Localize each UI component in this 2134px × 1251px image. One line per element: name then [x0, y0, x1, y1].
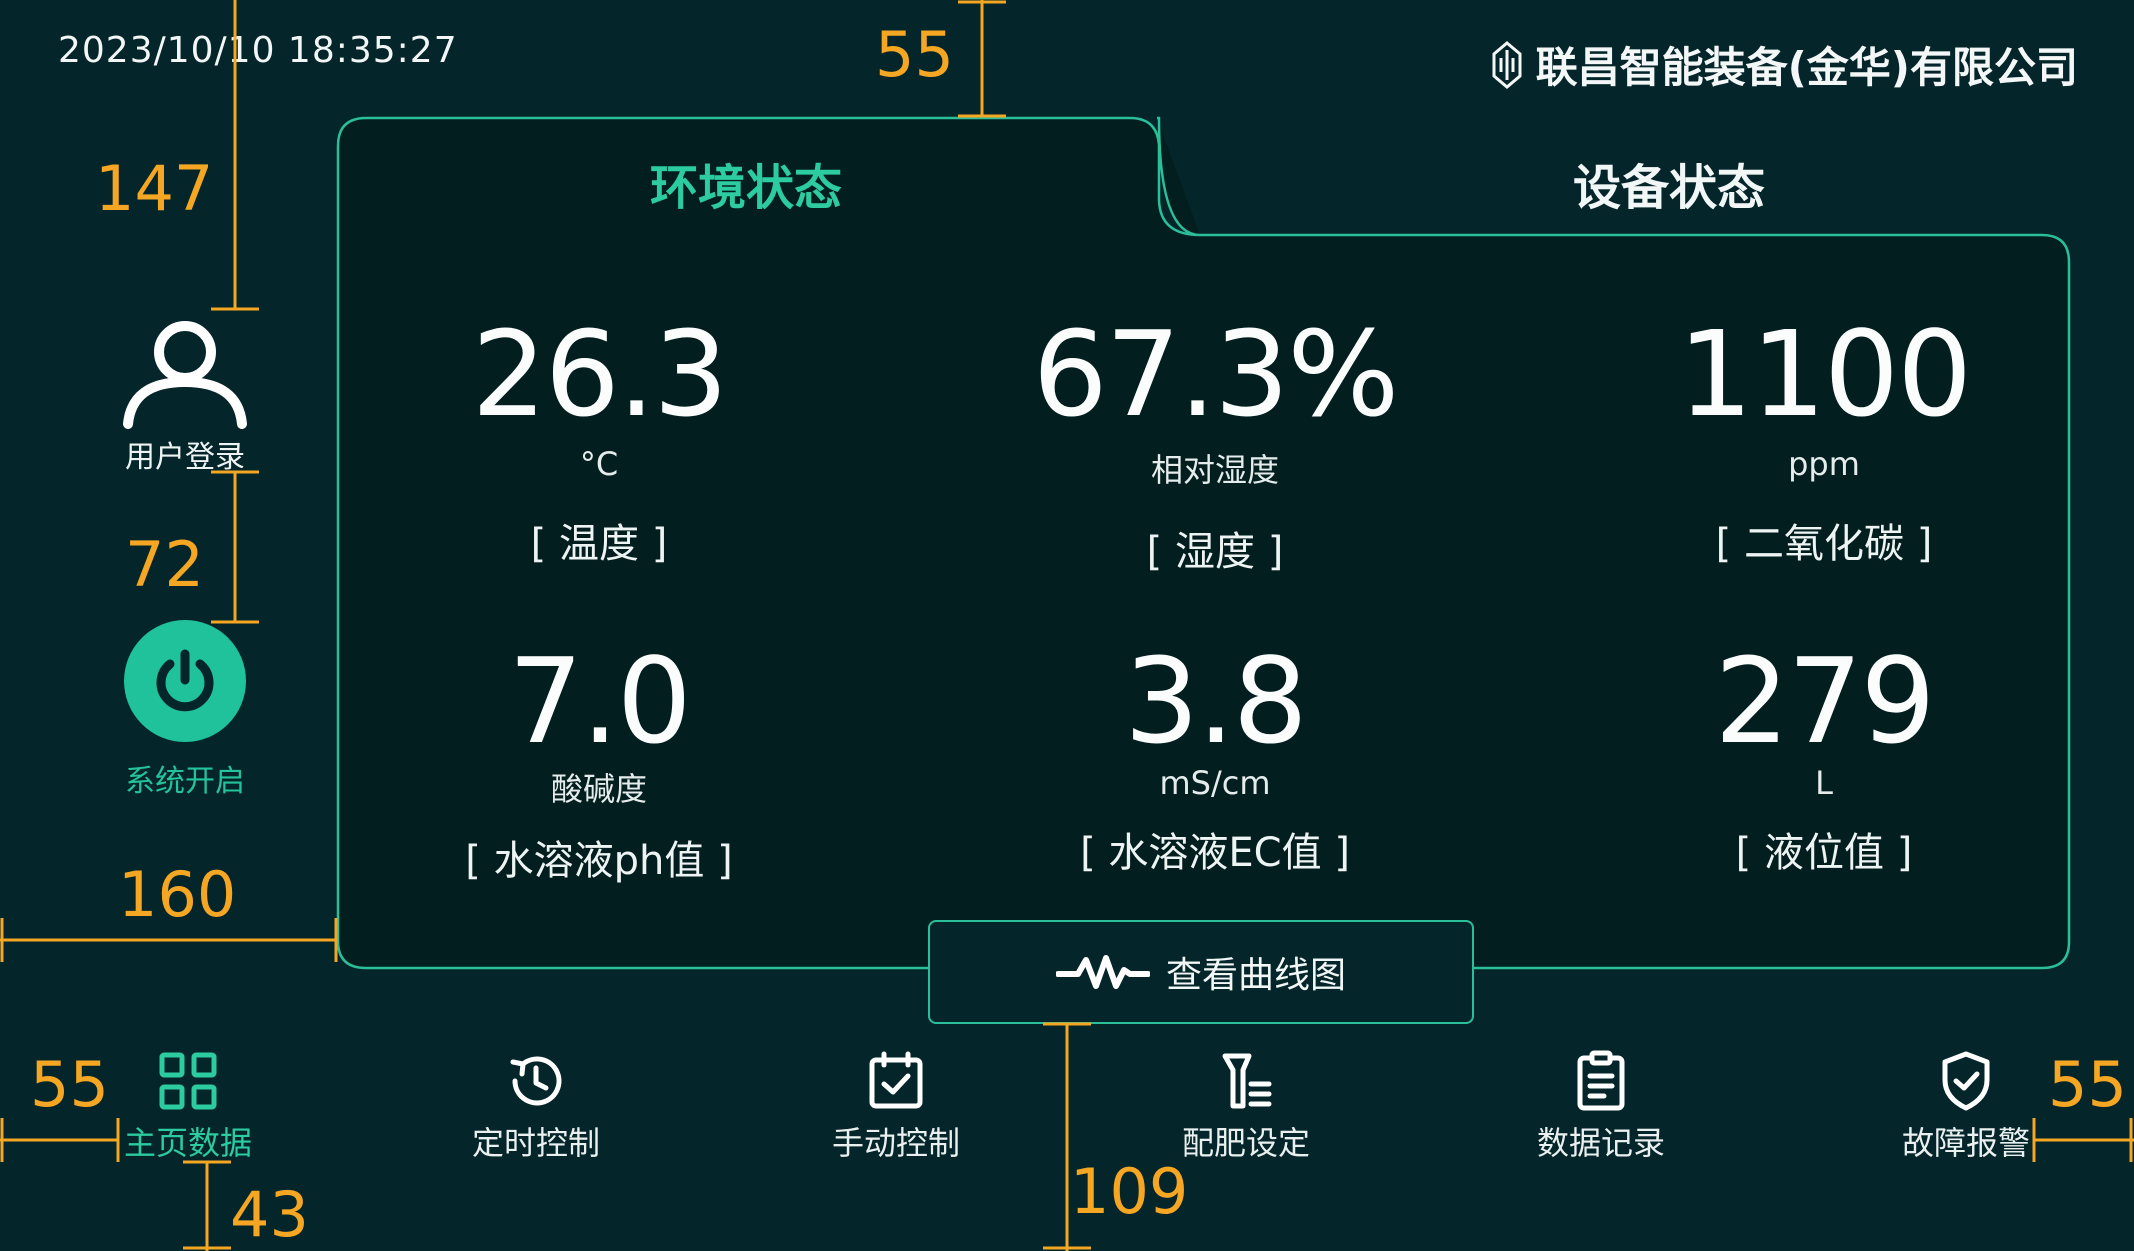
metric-unit: ppm — [1788, 445, 1860, 483]
metric-value: 3.8 — [1124, 632, 1308, 770]
metric-value: 7.0 — [508, 632, 692, 770]
metric-name: [ 水溶液ph值 ] — [465, 838, 733, 884]
metric-ph: 7.0 酸碱度 [ 水溶液ph值 ] — [389, 642, 809, 886]
nav-manual-control[interactable]: 手动控制 — [786, 1050, 1006, 1164]
annotation-nav-bottom: 43 — [230, 1178, 309, 1251]
user-login-label: 用户登录 — [125, 440, 245, 475]
metric-humidity: 67.3% 相对湿度 [ 湿度 ] — [1005, 315, 1425, 577]
waveform-icon — [1055, 955, 1150, 989]
metric-name: [ 水溶液EC值 ] — [1080, 830, 1350, 876]
metric-value: 1100 — [1677, 305, 1972, 443]
metric-temperature: 26.3 °C [ 温度 ] — [389, 315, 809, 569]
user-login-button[interactable]: 用户登录 — [110, 310, 260, 476]
metric-name: [ 温度 ] — [530, 521, 668, 567]
annotation-nav-left: 55 — [30, 1048, 109, 1121]
metric-value: 67.3% — [1032, 305, 1400, 443]
metric-unit: L — [1815, 764, 1833, 802]
nav-home-data[interactable]: 主页数据 — [78, 1050, 298, 1164]
nav-data-record[interactable]: 数据记录 — [1491, 1050, 1711, 1164]
company-brand: 联昌智能装备(金华)有限公司 — [1488, 34, 2078, 95]
metric-name: [ 湿度 ] — [1146, 529, 1284, 575]
annotation-top-gap: 55 — [875, 18, 954, 91]
system-power-button[interactable]: 系统开启 — [105, 620, 265, 800]
tab-device-status[interactable]: 设备状态 — [1573, 148, 1765, 218]
metric-name: [ 二氧化碳 ] — [1715, 521, 1933, 567]
fertilizer-icon — [1222, 1053, 1272, 1109]
grid-icon — [159, 1052, 217, 1110]
power-icon — [156, 649, 214, 712]
nav-label: 故障报警 — [1901, 1124, 2030, 1162]
view-curve-label: 查看曲线图 — [1165, 955, 1346, 996]
metric-ec: 3.8 mS/cm [ 水溶液EC值 ] — [1005, 642, 1425, 878]
nav-fault-alarm[interactable]: 故障报警 — [1856, 1050, 2076, 1164]
status-panel-frame — [336, 116, 2071, 970]
nav-timer-control[interactable]: 定时控制 — [426, 1050, 646, 1164]
nav-fertilizer-setting[interactable]: 配肥设定 — [1136, 1050, 1356, 1164]
nav-label: 主页数据 — [123, 1124, 252, 1162]
annotation-button-nav-gap: 109 — [1070, 1155, 1189, 1228]
metric-value: 26.3 — [471, 305, 729, 443]
metric-value: 279 — [1714, 632, 1935, 770]
metric-unit: mS/cm — [1159, 764, 1271, 802]
clipboard-icon — [1577, 1050, 1625, 1111]
user-icon — [123, 321, 247, 429]
metric-level: 279 L [ 液位值 ] — [1614, 642, 2034, 878]
nav-label: 定时控制 — [471, 1124, 600, 1162]
metric-unit: 相对湿度 — [1150, 451, 1279, 489]
metric-unit: °C — [579, 445, 619, 483]
metric-co2: 1100 ppm [ 二氧化碳 ] — [1614, 315, 2034, 569]
system-power-label: 系统开启 — [125, 764, 245, 799]
company-name: 联昌智能装备(金华)有限公司 — [1535, 43, 2078, 92]
power-button-circle[interactable] — [124, 620, 246, 742]
view-curve-button[interactable]: 查看曲线图 — [928, 920, 1474, 1024]
metric-unit: 酸碱度 — [550, 770, 647, 808]
shield-check-icon — [1942, 1051, 1990, 1111]
nav-label: 数据记录 — [1536, 1124, 1665, 1162]
calendar-check-icon — [869, 1051, 923, 1109]
annotation-login-power-gap: 72 — [125, 528, 204, 601]
annotation-left-margin: 160 — [118, 858, 237, 931]
company-logo-icon — [1492, 40, 1522, 89]
nav-label: 手动控制 — [831, 1124, 960, 1162]
datetime-display: 2023/10/10 18:35:27 — [58, 30, 458, 71]
metric-name: [ 液位值 ] — [1735, 830, 1913, 876]
annotation-login-top: 147 — [95, 152, 214, 225]
clock-icon — [510, 1056, 562, 1106]
tab-environment-status[interactable]: 环境状态 — [650, 148, 842, 218]
annotation-nav-right: 55 — [2048, 1048, 2127, 1121]
